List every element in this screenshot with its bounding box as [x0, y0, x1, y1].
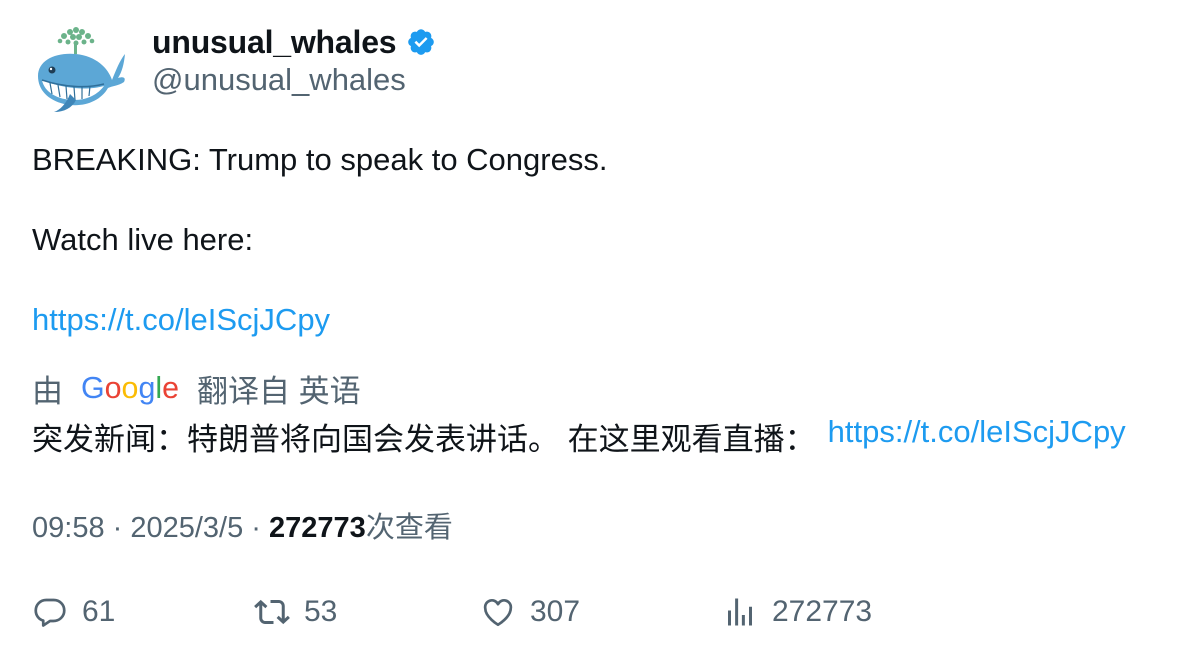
repost-count: 53: [304, 595, 338, 628]
reply-button[interactable]: 61: [32, 588, 115, 636]
author-handle[interactable]: @unusual_whales: [152, 62, 406, 98]
tweet-meta: 09:58 · 2025/3/5 · 272773次查看: [32, 504, 453, 546]
heart-icon: [483, 599, 513, 627]
author-display-name[interactable]: unusual_whales: [152, 24, 397, 61]
translated-body: 突发新闻：特朗普将向国会发表讲话。 在这里观看直播：: [32, 422, 816, 457]
tweet-text-line1: BREAKING: Trump to speak to Congress.: [32, 142, 608, 177]
translated-text: 突发新闻：特朗普将向国会发表讲话。 在这里观看直播： https://t.co/…: [32, 414, 1126, 459]
repost-button[interactable]: 53: [254, 588, 337, 636]
tweet-date[interactable]: 2025/3/5: [130, 512, 243, 544]
view-count-suffix: 次查看: [365, 512, 453, 544]
action-bar: 61 53 307 272773: [32, 588, 932, 636]
translated-link[interactable]: https://t.co/leIScjJCpy: [828, 414, 1126, 459]
translation-prefix: 由: [32, 373, 63, 409]
google-logo[interactable]: Google: [81, 371, 179, 405]
like-count: 307: [530, 595, 581, 628]
views-button[interactable]: 272773: [722, 588, 872, 636]
translation-attribution: 由 Google 翻译自 英语: [32, 366, 361, 410]
tweet-link[interactable]: https://t.co/leIScjJCpy: [32, 302, 330, 337]
translation-suffix: 翻译自 英语: [197, 373, 361, 409]
author-name-row: unusual_whales: [152, 20, 436, 64]
svg-text:Google: Google: [81, 371, 179, 405]
analytics-icon: [728, 598, 752, 626]
reply-icon: [34, 598, 66, 627]
meta-separator: ·: [104, 512, 131, 544]
avatar[interactable]: [30, 24, 126, 114]
like-button[interactable]: 307: [480, 588, 580, 636]
tweet-text-line2: Watch live here:: [32, 222, 254, 257]
view-count: 272773: [269, 512, 366, 544]
verified-badge-icon[interactable]: [406, 27, 436, 57]
meta-separator: ·: [243, 512, 270, 544]
reply-count: 61: [82, 595, 116, 628]
views-count: 272773: [772, 595, 873, 628]
tweet-time[interactable]: 09:58: [32, 512, 105, 544]
repost-icon: [254, 599, 290, 625]
whale-logo-icon: [38, 27, 125, 112]
